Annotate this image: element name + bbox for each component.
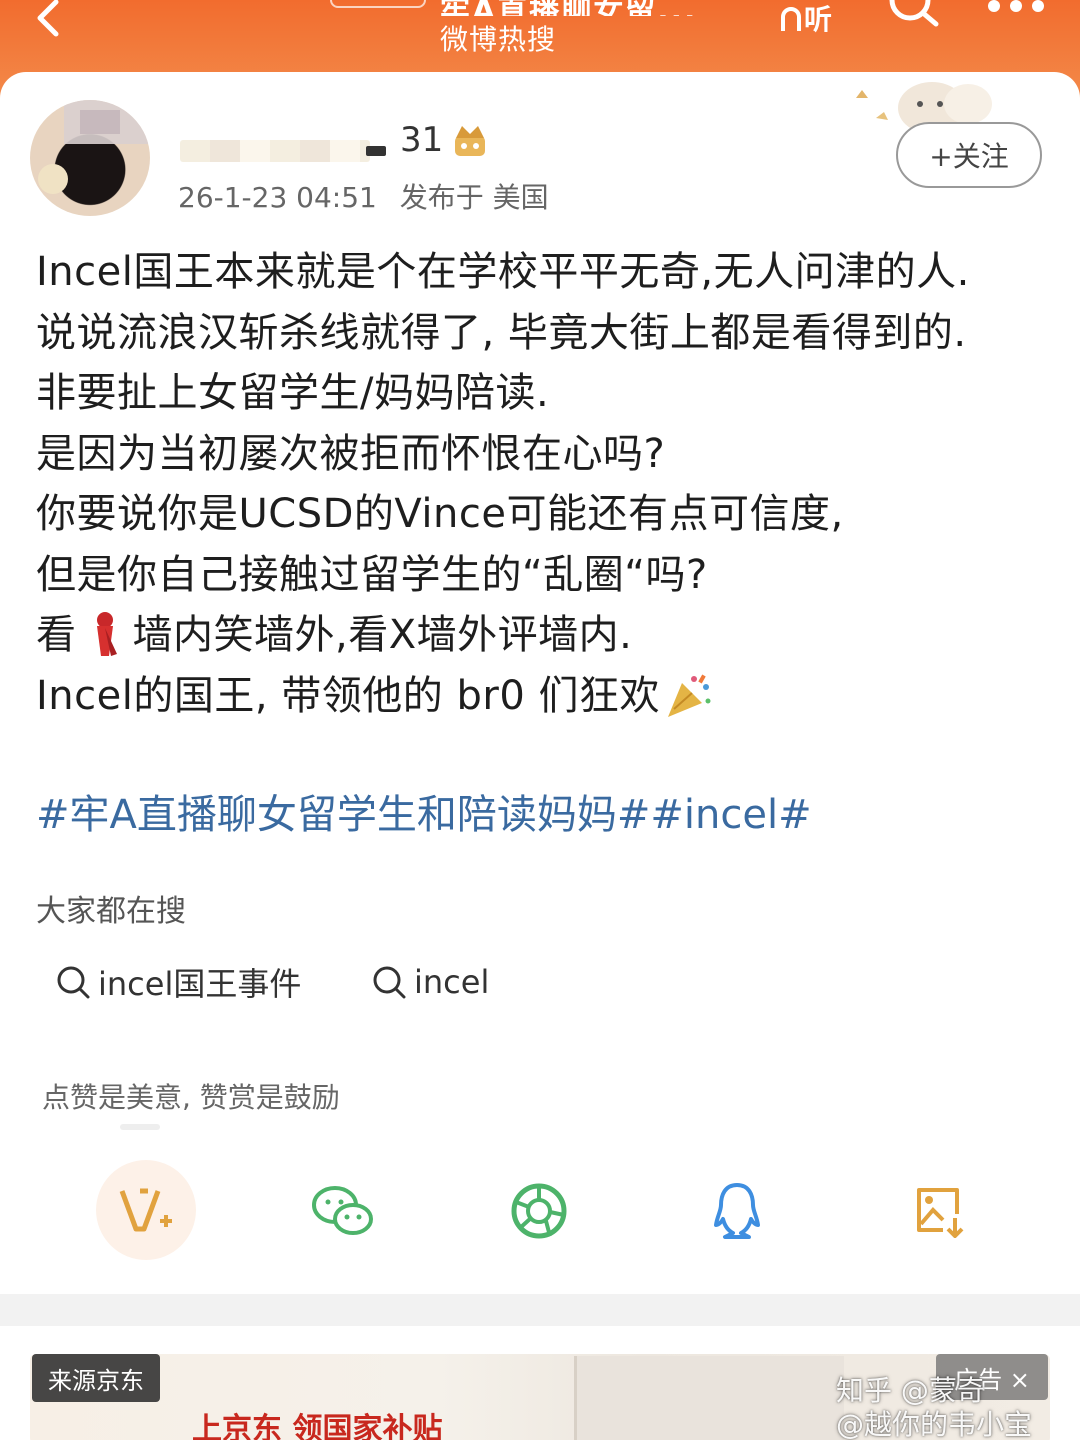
search-chip[interactable]: incel国王事件 (56, 950, 301, 1014)
post-meta: 26-1-23 04:51 发布于 美国 (178, 176, 549, 216)
search-icon (57, 966, 90, 999)
more-dots-icon[interactable] (984, 0, 1048, 18)
vip-reward-icon (119, 1188, 172, 1232)
page-title: 牢A直播聊女留... (440, 0, 760, 16)
ad-headline[interactable]: 上京东 领国家补贴 (192, 1404, 442, 1440)
post-timestamp: 26-1-23 04:51 (178, 181, 377, 214)
post-line-7-start: 看 (36, 612, 77, 658)
post-line-5: 你要说你是UCSD的Vince可能还有点可信度, (36, 491, 844, 537)
post-line-8: Incel的国王, 带领他的 br0 们狂欢 (36, 666, 1046, 727)
chevron-left-icon[interactable] (28, 0, 68, 40)
avatar[interactable] (30, 100, 150, 216)
search-chip-label: incel (414, 963, 490, 1001)
post-line-7-end: 墙内笑墙外,看X墙外评墙内. (132, 612, 633, 658)
divider (120, 1124, 160, 1130)
headphone-icon (781, 7, 801, 31)
post-content: Incel国王本来就是个在学校平平无奇,无人问津的人. 说说流浪汉斩杀线就得了,… (36, 242, 1046, 726)
share-moments-button[interactable] (494, 1166, 584, 1256)
party-popper-emoji-icon (668, 674, 711, 717)
listen-label: 听 (804, 3, 833, 36)
post-line-8-text: Incel的国王, 带领他的 br0 们狂欢 (36, 672, 661, 719)
post-line-4: 是因为当初屡次被拒而怀恨在心吗? (36, 430, 666, 477)
wechat-icon (312, 1186, 373, 1235)
post-line-2: 说说流浪汉斩杀线就得了, 毕竟大街上都是看得到的. (36, 309, 967, 356)
username-redacted (180, 140, 370, 162)
reward-text: 点赞是美意, 赞赏是鼓励 (42, 1081, 340, 1114)
post-line-3: 非要扯上女留学生/妈妈陪读. (36, 370, 550, 416)
save-image-icon (917, 1188, 964, 1238)
hashtag-links[interactable]: #牢A直播聊女留学生和陪读妈妈##incel# (36, 782, 812, 840)
post-line-6: 但是你自己接触过留学生的“乱圈“吗? (36, 551, 708, 598)
ad-source-label: 来源京东 (32, 1354, 160, 1402)
search-icon (373, 966, 406, 999)
search-chip[interactable]: incel (372, 950, 489, 1014)
username-redacted-end (366, 146, 386, 156)
qq-icon (714, 1183, 760, 1239)
title-pill-decoration (330, 0, 426, 8)
search-heading: 大家都在搜 (36, 894, 186, 929)
user-level: 31 (400, 120, 444, 160)
moments-icon (511, 1183, 567, 1239)
listen-button[interactable]: 听 (780, 0, 850, 36)
red-scarf-emoji-icon (96, 612, 117, 657)
watermark-line-1: 知乎 @蒙奇 (836, 1374, 985, 1407)
watermark-line-2: @越你的韦小宝 (836, 1408, 1033, 1440)
post-line-7: 看 墙内笑墙外,看X墙外评墙内. (36, 605, 1046, 666)
post-line-1: Incel国王本来就是个在学校平平无奇,无人问津的人. (36, 249, 970, 295)
share-qq-button[interactable] (692, 1166, 782, 1256)
save-image-button[interactable] (894, 1166, 984, 1256)
ad-product-image (574, 1356, 844, 1440)
post-location: 发布于 美国 (399, 181, 549, 214)
page-subtitle: 微博热搜 (440, 23, 557, 56)
search-chip-label: incel国王事件 (98, 965, 302, 1003)
share-wechat-button[interactable] (298, 1166, 388, 1256)
watermark: 知乎 @蒙奇 @越你的韦小宝 (836, 1374, 1032, 1440)
follow-button[interactable]: +关注 (896, 122, 1042, 188)
level-crown-icon (455, 126, 485, 156)
vip-reward-button[interactable] (96, 1160, 196, 1260)
search-icon[interactable] (884, 0, 944, 36)
